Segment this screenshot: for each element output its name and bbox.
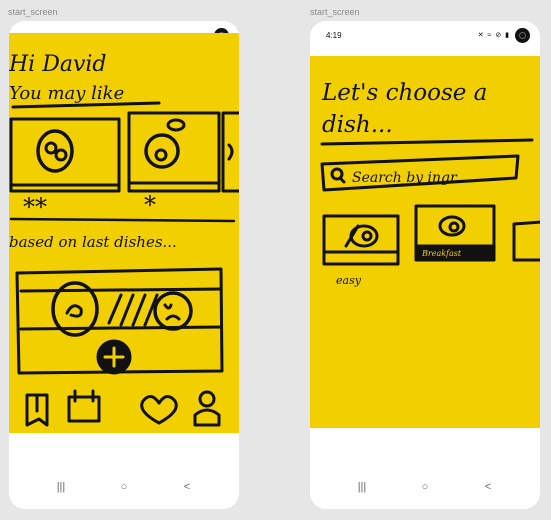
phone-frame-choose-dish: 4:19 ✕ ≈ ⊘ ▮ Let's choose a dish... Sear… xyxy=(310,21,540,509)
frame-label: start_screen xyxy=(310,7,360,17)
frame-label: start_screen xyxy=(8,7,58,17)
system-nav-bar: ||| ○ < xyxy=(310,469,540,509)
recents-button[interactable]: ||| xyxy=(51,481,71,493)
paper-sketch-choose-dish: Let's choose a dish... Search by ingr. e… xyxy=(310,56,540,428)
status-time: 4:19 xyxy=(326,31,342,40)
section-title-you-may-like: You may like xyxy=(9,83,124,104)
search-placeholder: Search by ingr. xyxy=(352,170,460,186)
title-line-1: Let's choose a xyxy=(321,80,487,106)
home-button[interactable]: ○ xyxy=(114,481,134,493)
rating-stars: * xyxy=(144,191,156,219)
camera-cutout xyxy=(515,28,530,43)
category-label: Breakfast xyxy=(421,249,462,258)
title-line-2: dish... xyxy=(322,112,393,138)
category-label: easy xyxy=(336,274,362,287)
greeting-text: Hi David xyxy=(9,52,107,77)
back-button[interactable]: < xyxy=(177,481,197,493)
paper-sketch-home: Hi David You may like ** * based on last… xyxy=(9,33,239,433)
section-title-based-on-last: based on last dishes... xyxy=(9,233,177,251)
status-icons: ✕ ≈ ⊘ ▮ xyxy=(477,32,510,39)
add-dish-button[interactable] xyxy=(96,339,132,375)
rating-stars: ** xyxy=(23,193,47,221)
recents-button[interactable]: ||| xyxy=(352,481,372,493)
system-nav-bar: ||| ○ < xyxy=(9,469,239,509)
status-bar: 4:19 ✕ ≈ ⊘ ▮ xyxy=(310,21,540,51)
home-button[interactable]: ○ xyxy=(415,481,435,493)
phone-frame-home: Hi David You may like ** * based on last… xyxy=(9,21,239,509)
back-button[interactable]: < xyxy=(478,481,498,493)
